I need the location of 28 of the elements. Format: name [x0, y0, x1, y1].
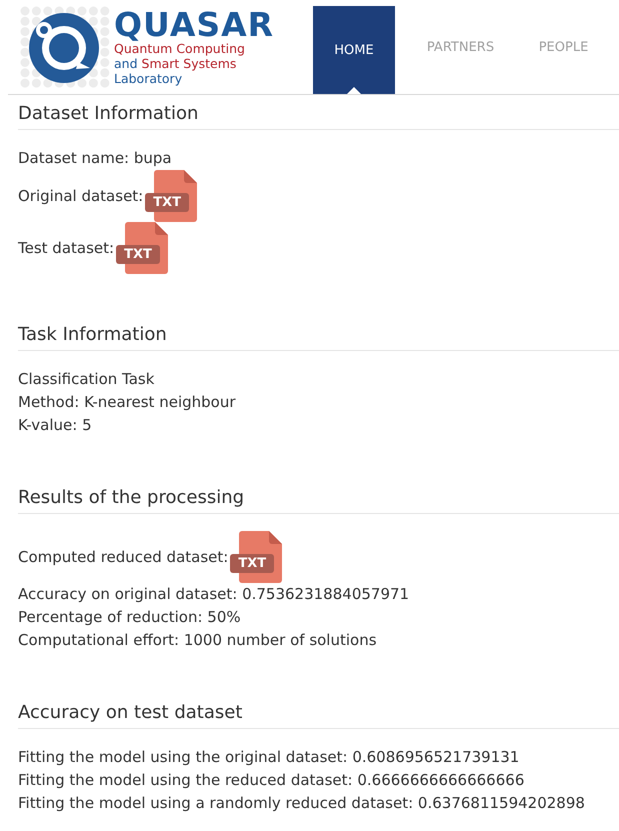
info-text: K-value: 5: [18, 415, 93, 436]
info-text: Fitting the model using the original dataset: 0.6086956521739131: [18, 747, 520, 768]
logo-icon: [20, 6, 110, 88]
info-text: Fitting the model using a randomly reduced dataset: 0.6376811594202898: [18, 793, 586, 814]
section-heading: Results of the processing: [18, 485, 619, 514]
nav-tab[interactable]: HOME: [313, 6, 395, 94]
info-text: Dataset name: bupa: [18, 148, 173, 169]
file-type-label[interactable]: TXT: [116, 245, 160, 264]
logo-title: QUASAR: [114, 8, 274, 41]
logo-subtitle: Quantum Computing: [114, 41, 246, 56]
nav-tab[interactable]: PEOPLE: [516, 0, 611, 94]
info-label: Original dataset:: [18, 187, 144, 205]
info-text: Classification Task: [18, 369, 156, 390]
section-heading: Task Information: [18, 322, 619, 351]
logo-subtitle: Laboratory: [114, 71, 184, 86]
info-text: Method: K-nearest neighbour: [18, 392, 237, 413]
nav-tab[interactable]: PARTNERS: [413, 0, 508, 94]
file-type-label[interactable]: TXT: [145, 193, 189, 212]
info-text: Fitting the model using the reduced dataset: 0.6666666666666666: [18, 770, 526, 791]
logo-subtitle: and Smart Systems: [114, 56, 238, 71]
info-label: Test dataset:: [18, 239, 114, 257]
section-heading: Accuracy on test dataset: [18, 700, 619, 729]
info-label: Computed reduced dataset:: [18, 548, 228, 566]
file-type-label[interactable]: TXT: [230, 554, 274, 573]
info-text: Computational effort: 1000 number of solutions: [18, 630, 378, 651]
section-heading: Dataset Information: [18, 101, 619, 130]
info-text: Percentage of reduction: 50%: [18, 607, 242, 628]
info-text: Accuracy on original dataset: 0.7536231884057971: [18, 584, 410, 605]
